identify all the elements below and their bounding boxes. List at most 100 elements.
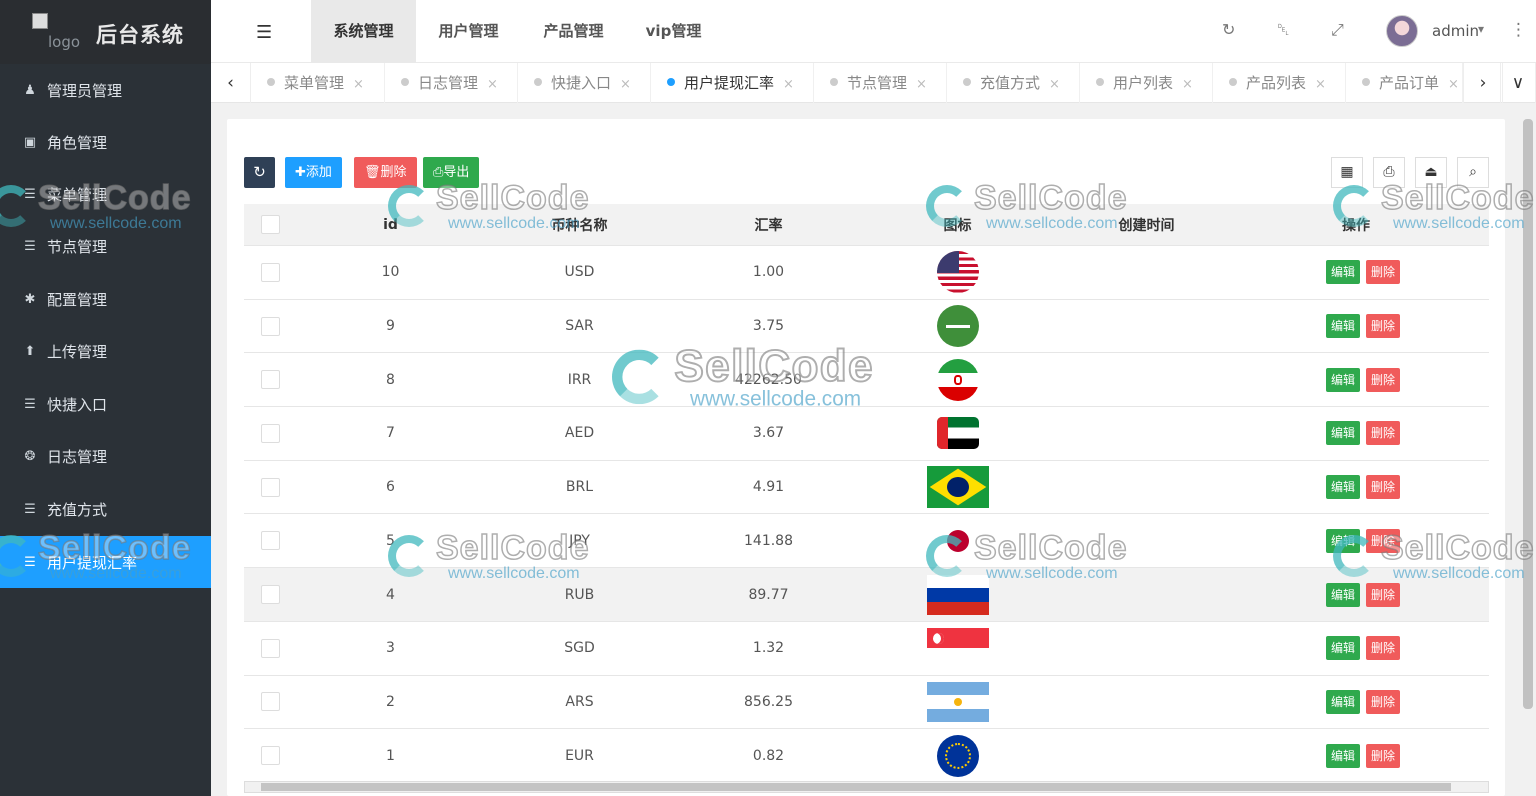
delete-row-button[interactable]: 删除 — [1366, 689, 1401, 714]
fullscreen-icon[interactable]: ⤢ — [1331, 20, 1344, 40]
delete-row-button[interactable]: 删除 — [1366, 421, 1401, 446]
page-tab-6[interactable]: 用户列表 × — [1080, 63, 1213, 103]
table-row[interactable]: 9 SAR 3.75 编辑 删除 — [244, 300, 1489, 354]
tabs-dropdown-icon[interactable]: ∨ — [1500, 63, 1536, 103]
menu-toggle-icon[interactable]: ☰ — [256, 22, 272, 43]
top-tab-users[interactable]: 用户管理 — [416, 0, 521, 63]
top-tab-vip[interactable]: vip管理 — [626, 0, 721, 63]
export-icon[interactable]: ⏏ — [1415, 157, 1447, 188]
sidebar-item-8[interactable]: ☰ 充值方式 — [0, 483, 211, 535]
page-tab-4[interactable]: 节点管理 × — [814, 63, 947, 103]
sidebar-item-5[interactable]: ⬆ 上传管理 — [0, 325, 211, 377]
sidebar-item-7[interactable]: ❂ 日志管理 — [0, 430, 211, 482]
page-tab-3[interactable]: 用户提现汇率 × — [651, 63, 814, 103]
row-checkbox[interactable] — [260, 477, 280, 497]
edit-button[interactable]: 编辑 — [1326, 260, 1361, 285]
avatar[interactable] — [1386, 15, 1418, 47]
chevron-down-icon[interactable]: ▾ — [1478, 22, 1484, 36]
delete-row-button[interactable]: 删除 — [1366, 582, 1401, 607]
row-checkbox[interactable] — [260, 316, 280, 336]
table-row[interactable]: 2 ARS 856.25 编辑 删除 — [244, 676, 1489, 730]
print-icon[interactable]: ⎙ — [1373, 157, 1405, 188]
page-tab-0[interactable]: 菜单管理 × — [251, 63, 385, 103]
edit-button[interactable]: 编辑 — [1326, 367, 1361, 392]
edit-button[interactable]: 编辑 — [1326, 689, 1361, 714]
page-tab-2[interactable]: 快捷入口 × — [518, 63, 651, 103]
more-icon[interactable]: ⋮ — [1510, 20, 1527, 40]
table-row[interactable]: 6 BRL 4.91 编辑 删除 — [244, 461, 1489, 515]
page-tab-1[interactable]: 日志管理 × — [385, 63, 518, 103]
row-checkbox[interactable] — [260, 746, 280, 766]
delete-row-button[interactable]: 删除 — [1366, 367, 1401, 392]
close-icon[interactable]: × — [1049, 77, 1060, 92]
table-row[interactable]: 7 AED 3.67 编辑 删除 — [244, 407, 1489, 461]
page-tab-8[interactable]: 产品订单 × — [1346, 63, 1463, 103]
table-row[interactable]: 1 EUR 0.82 编辑 删除 — [244, 729, 1489, 783]
table-row[interactable]: 3 SGD 1.32 编辑 删除 — [244, 622, 1489, 676]
table-row[interactable]: 4 RUB 89.77 编辑 删除 — [244, 568, 1489, 622]
trash-icon[interactable]: ␡ — [1277, 20, 1290, 40]
scroll-thumb[interactable] — [1523, 119, 1533, 709]
cell-currency: SGD — [564, 640, 595, 657]
delete-row-button[interactable]: 删除 — [1366, 314, 1401, 339]
table-row[interactable]: 5 JPY 141.88 编辑 删除 — [244, 515, 1489, 569]
vertical-scrollbar[interactable] — [1521, 105, 1536, 796]
tabs-next-icon[interactable]: › — [1463, 63, 1503, 103]
top-tab-system[interactable]: 系统管理 — [311, 0, 416, 63]
edit-button[interactable]: 编辑 — [1326, 475, 1361, 500]
export-button[interactable]: ⎙导出 — [423, 157, 480, 188]
tabs-prev-icon[interactable]: ‹ — [211, 63, 251, 103]
edit-button[interactable]: 编辑 — [1326, 636, 1361, 661]
delete-button[interactable]: 🗑删除 — [354, 157, 417, 188]
sidebar-item-9[interactable]: ☰ 用户提现汇率 — [0, 536, 211, 588]
sidebar-item-4[interactable]: ✱ 配置管理 — [0, 273, 211, 325]
close-icon[interactable]: × — [1182, 77, 1193, 92]
cell-id: 9 — [386, 318, 395, 335]
sidebar: logo 后台系统 ♟ 管理员管理 ▣ 角色管理 ☰ 菜单管理 ☰ 节点管理 ✱ 配置管理 ⬆ 上传管… — [0, 0, 211, 796]
table-row[interactable]: 10 USD 1.00 编辑 删除 — [244, 246, 1489, 300]
refresh-button[interactable]: ↻ — [244, 157, 275, 188]
row-checkbox[interactable] — [260, 370, 280, 390]
sidebar-item-6[interactable]: ☰ 快捷入口 — [0, 378, 211, 430]
close-icon[interactable]: × — [916, 77, 927, 92]
page-tab-7[interactable]: 产品列表 × — [1213, 63, 1346, 103]
sidebar-item-1[interactable]: ▣ 角色管理 — [0, 116, 211, 168]
delete-row-button[interactable]: 删除 — [1366, 475, 1401, 500]
page-tab-5[interactable]: 充值方式 × — [947, 63, 1080, 103]
close-icon[interactable]: × — [353, 77, 364, 92]
row-checkbox[interactable] — [260, 423, 280, 443]
refresh-icon[interactable]: ↻ — [1222, 20, 1235, 39]
columns-icon[interactable]: ▦ — [1331, 157, 1363, 188]
close-icon[interactable]: × — [620, 77, 631, 92]
edit-button[interactable]: 编辑 — [1326, 743, 1361, 768]
horizontal-scrollbar[interactable] — [244, 781, 1489, 793]
row-checkbox[interactable] — [260, 531, 280, 551]
edit-button[interactable]: 编辑 — [1326, 314, 1361, 339]
sidebar-item-0[interactable]: ♟ 管理员管理 — [0, 64, 211, 116]
row-checkbox[interactable] — [260, 262, 280, 282]
close-icon[interactable]: × — [1315, 77, 1326, 92]
row-checkbox[interactable] — [260, 692, 280, 712]
delete-row-button[interactable]: 删除 — [1366, 636, 1401, 661]
close-icon[interactable]: × — [1448, 77, 1459, 92]
search-icon[interactable]: ⌕ — [1457, 157, 1489, 188]
edit-button[interactable]: 编辑 — [1326, 582, 1361, 607]
row-checkbox[interactable] — [260, 585, 280, 605]
close-icon[interactable]: × — [783, 77, 794, 92]
row-checkbox[interactable] — [260, 638, 280, 658]
scroll-thumb[interactable] — [261, 783, 1451, 791]
select-all-checkbox[interactable] — [260, 215, 280, 234]
edit-button[interactable]: 编辑 — [1326, 421, 1361, 446]
sidebar-item-3[interactable]: ☰ 节点管理 — [0, 220, 211, 272]
top-tab-products[interactable]: 产品管理 — [521, 0, 626, 63]
delete-row-button[interactable]: 删除 — [1366, 743, 1401, 768]
col-id[interactable]: id — [296, 204, 485, 245]
close-icon[interactable]: × — [487, 77, 498, 92]
edit-button[interactable]: 编辑 — [1326, 528, 1361, 553]
add-button[interactable]: ✚添加 — [285, 157, 342, 188]
user-name[interactable]: admin — [1432, 22, 1479, 40]
sidebar-item-2[interactable]: ☰ 菜单管理 — [0, 168, 211, 220]
delete-row-button[interactable]: 删除 — [1366, 260, 1401, 285]
delete-row-button[interactable]: 删除 — [1366, 528, 1401, 553]
table-row[interactable]: 8 IRR 42262.50 编辑 删除 — [244, 353, 1489, 408]
